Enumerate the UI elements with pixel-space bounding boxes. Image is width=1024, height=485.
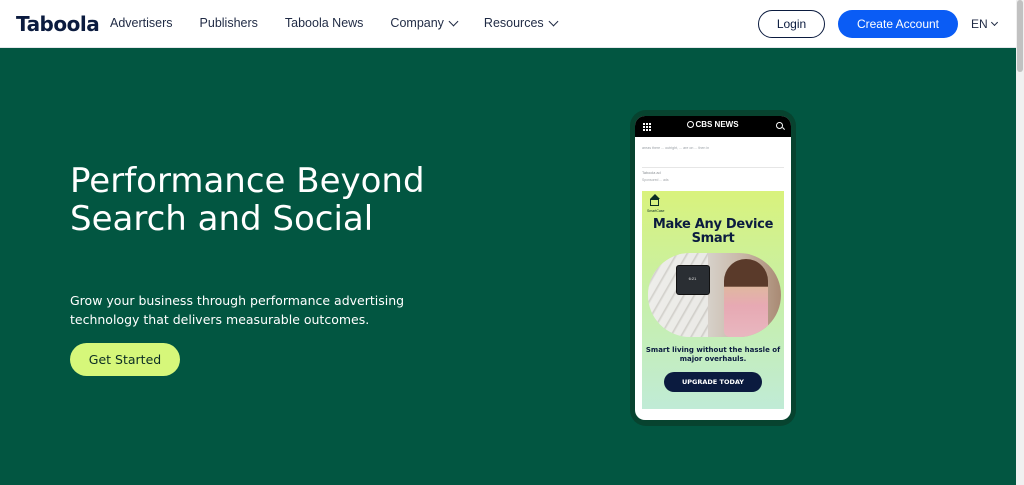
ad-creative: SmartCase Make Any Device Smart 6:21 Sma… — [642, 191, 784, 409]
taboola-logo[interactable]: Taboola — [16, 12, 100, 36]
article-snippet: areas there ... outright, ... are on ...… — [642, 146, 710, 150]
smart-tablet: 6:21 — [676, 265, 710, 295]
nav-item-advertisers[interactable]: Advertisers — [110, 16, 173, 30]
nav-item-company[interactable]: Company — [390, 16, 459, 30]
sponsor-label: Taboola ad — [642, 171, 661, 175]
ad-image: 6:21 — [648, 253, 781, 337]
nav-item-label: Advertisers — [110, 16, 173, 30]
search-icon — [776, 122, 783, 129]
chevron-down-icon — [448, 16, 459, 26]
chevron-down-icon — [548, 16, 559, 26]
phone-mockup: CBS NEWS areas there ... outright, ... a… — [630, 110, 796, 426]
woman-figure — [724, 259, 768, 337]
tablet-clock: 6:21 — [688, 276, 697, 281]
ad-brand-logo — [648, 194, 662, 207]
site-name: CBS NEWS — [695, 120, 739, 129]
upgrade-today-button[interactable]: UPGRADE TODAY — [664, 372, 762, 392]
page-scrollbar[interactable] — [1016, 0, 1024, 485]
site-header: Taboola Advertisers Publishers Taboola N… — [0, 0, 1016, 48]
nav-item-publishers[interactable]: Publishers — [200, 16, 258, 30]
create-account-button[interactable]: Create Account — [838, 10, 958, 38]
chevron-down-icon — [990, 18, 998, 26]
sponsor-subtext: Sponsored ... ads — [642, 178, 669, 182]
hero-subtitle: Grow your business through performance a… — [70, 293, 405, 327]
nav-item-taboola-news[interactable]: Taboola News — [285, 16, 364, 30]
login-button[interactable]: Login — [758, 10, 825, 38]
get-started-button[interactable]: Get Started — [70, 343, 180, 376]
ad-brand-name: SmartCase — [647, 209, 665, 213]
nav-item-label: Publishers — [199, 16, 258, 30]
language-selector[interactable]: EN — [971, 17, 998, 31]
ad-copy: Smart living without the hassle of major… — [645, 346, 781, 363]
scrollbar-thumb[interactable] — [1017, 0, 1023, 72]
divider — [642, 167, 784, 168]
hero-title: Performance Beyond Search and Social — [70, 161, 425, 239]
hero-section: Performance Beyond Search and Social Gro… — [0, 48, 1016, 485]
main-nav: Advertisers Publishers Taboola News Comp… — [110, 16, 584, 30]
nav-item-label: Resources — [483, 16, 544, 30]
nav-item-resources[interactable]: Resources — [483, 16, 559, 30]
house-icon — [650, 194, 660, 206]
phone-screen: CBS NEWS areas there ... outright, ... a… — [635, 116, 791, 420]
cbs-eye-icon — [687, 121, 695, 128]
nav-item-label: Taboola News — [284, 16, 364, 30]
ad-headline: Make Any Device Smart — [652, 217, 774, 246]
phone-app-bar: CBS NEWS — [635, 116, 791, 137]
language-label: EN — [971, 17, 988, 31]
cbs-news-logo: CBS NEWS — [635, 120, 791, 129]
nav-item-label: Company — [390, 16, 444, 30]
